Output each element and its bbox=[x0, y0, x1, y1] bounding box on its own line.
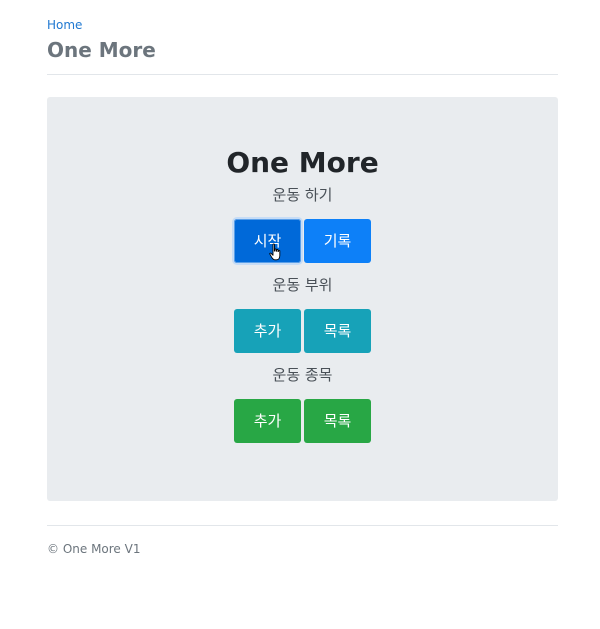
section-label-exercise: 운동 종목 bbox=[272, 366, 333, 384]
body-part-button-group: 추가 목록 bbox=[234, 309, 374, 353]
jumbotron-title: One More bbox=[226, 146, 379, 179]
page: Home One More One More 운동 하기 시작 기록 운동 부위… bbox=[0, 0, 600, 629]
body-part-list-button[interactable]: 목록 bbox=[304, 309, 371, 353]
body-part-add-button[interactable]: 추가 bbox=[234, 309, 301, 353]
workout-record-button[interactable]: 기록 bbox=[304, 219, 371, 263]
workout-start-button[interactable]: 시작 bbox=[234, 219, 301, 263]
exercise-list-button[interactable]: 목록 bbox=[304, 399, 371, 443]
page-title: One More bbox=[47, 38, 156, 62]
exercise-add-button[interactable]: 추가 bbox=[234, 399, 301, 443]
section-label-body-part: 운동 부위 bbox=[272, 276, 333, 294]
breadcrumb-home-link[interactable]: Home bbox=[47, 16, 82, 34]
section-label-workout: 운동 하기 bbox=[272, 186, 333, 204]
page-header: Home One More bbox=[47, 14, 558, 63]
header-divider bbox=[47, 74, 558, 75]
jumbotron: One More 운동 하기 시작 기록 운동 부위 추가 목록 운동 종목 추… bbox=[47, 97, 558, 501]
footer-copyright: © One More V1 bbox=[47, 542, 141, 556]
workout-button-group: 시작 기록 bbox=[234, 219, 374, 263]
hand-pointer-cursor-icon bbox=[269, 243, 281, 261]
footer-divider bbox=[47, 525, 558, 526]
exercise-button-group: 추가 목록 bbox=[234, 399, 374, 443]
